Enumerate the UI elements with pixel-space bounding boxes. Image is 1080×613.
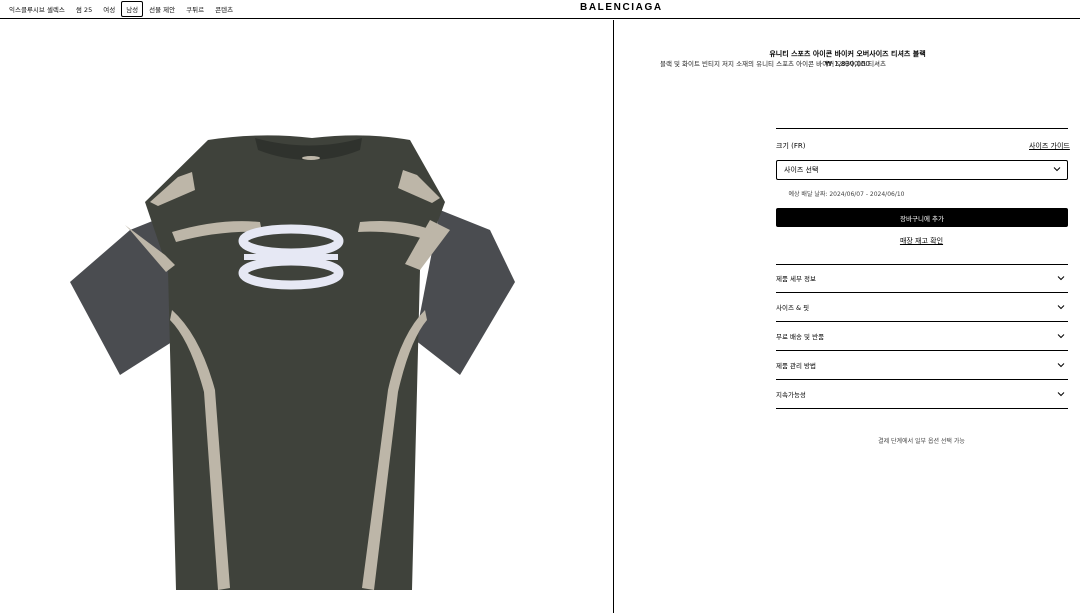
- accordion-label: 제품 관리 방법: [776, 362, 817, 370]
- nav-item-gifts[interactable]: 선물 제안: [144, 2, 180, 16]
- chevron-down-icon: [1057, 334, 1065, 339]
- accordion-product-details[interactable]: 제품 세부 정보: [776, 264, 1068, 293]
- accordion-label: 무료 배송 및 반품: [776, 333, 825, 341]
- accordion-label: 제품 세부 정보: [776, 275, 817, 283]
- size-guide-link[interactable]: 사이즈 가이드: [1029, 141, 1070, 151]
- oversized-tshirt-image: [70, 135, 515, 590]
- main-nav: 익스클루시브 셀렉스 썸 25 여성 남성 선물 제안 쿠튀르 콘텐츠: [4, 0, 239, 18]
- payment-note: 결제 단계에서 일부 옵션 선택 가능: [878, 438, 965, 445]
- nav-item-summer[interactable]: 썸 25: [71, 2, 97, 16]
- chevron-down-icon: [1057, 305, 1065, 310]
- chevron-down-icon: [1053, 167, 1061, 172]
- add-to-cart-button[interactable]: 장바구니에 추가: [776, 208, 1068, 227]
- product-image-pane: [0, 20, 614, 613]
- accordion-label: 사이즈 & 핏: [776, 304, 810, 312]
- accordion-sustainability[interactable]: 지속가능성: [776, 380, 1068, 409]
- chevron-down-icon: [1057, 363, 1065, 368]
- brand-logo[interactable]: BALENCIAGA: [580, 2, 663, 13]
- top-header: 익스클루시브 셀렉스 썸 25 여성 남성 선물 제안 쿠튀르 콘텐츠 BALE…: [0, 0, 1080, 19]
- accordion-size-fit[interactable]: 사이즈 & 핏: [776, 293, 1068, 322]
- size-select-placeholder: 사이즈 선택: [784, 166, 819, 174]
- divider-line: [776, 128, 1068, 129]
- accordion-label: 지속가능성: [776, 391, 806, 399]
- delivery-estimate: 예상 배달 날짜: 2024/06/07 - 2024/06/10: [788, 191, 905, 198]
- chevron-down-icon: [1057, 392, 1065, 397]
- accordion-care[interactable]: 제품 관리 방법: [776, 351, 1068, 380]
- nav-item-men[interactable]: 남성: [121, 1, 144, 17]
- nav-item-couture[interactable]: 쿠튀르: [181, 2, 209, 16]
- accordion-shipping-returns[interactable]: 무료 배송 및 반품: [776, 322, 1068, 351]
- chevron-down-icon: [1057, 276, 1065, 281]
- product-description: 블랙 및 화이트 빈티지 저지 소재의 유니티 스포츠 아이콘 바이커 오버사이…: [659, 60, 887, 68]
- size-label: 크기 (FR): [776, 142, 806, 150]
- nav-item-content[interactable]: 콘텐츠: [210, 2, 238, 16]
- nav-item-exclusive[interactable]: 익스클루시브 셀렉스: [4, 2, 70, 16]
- size-select-dropdown[interactable]: 사이즈 선택: [776, 160, 1068, 180]
- store-stock-link[interactable]: 매장 재고 확인: [614, 236, 1080, 246]
- nav-item-women[interactable]: 여성: [98, 2, 120, 16]
